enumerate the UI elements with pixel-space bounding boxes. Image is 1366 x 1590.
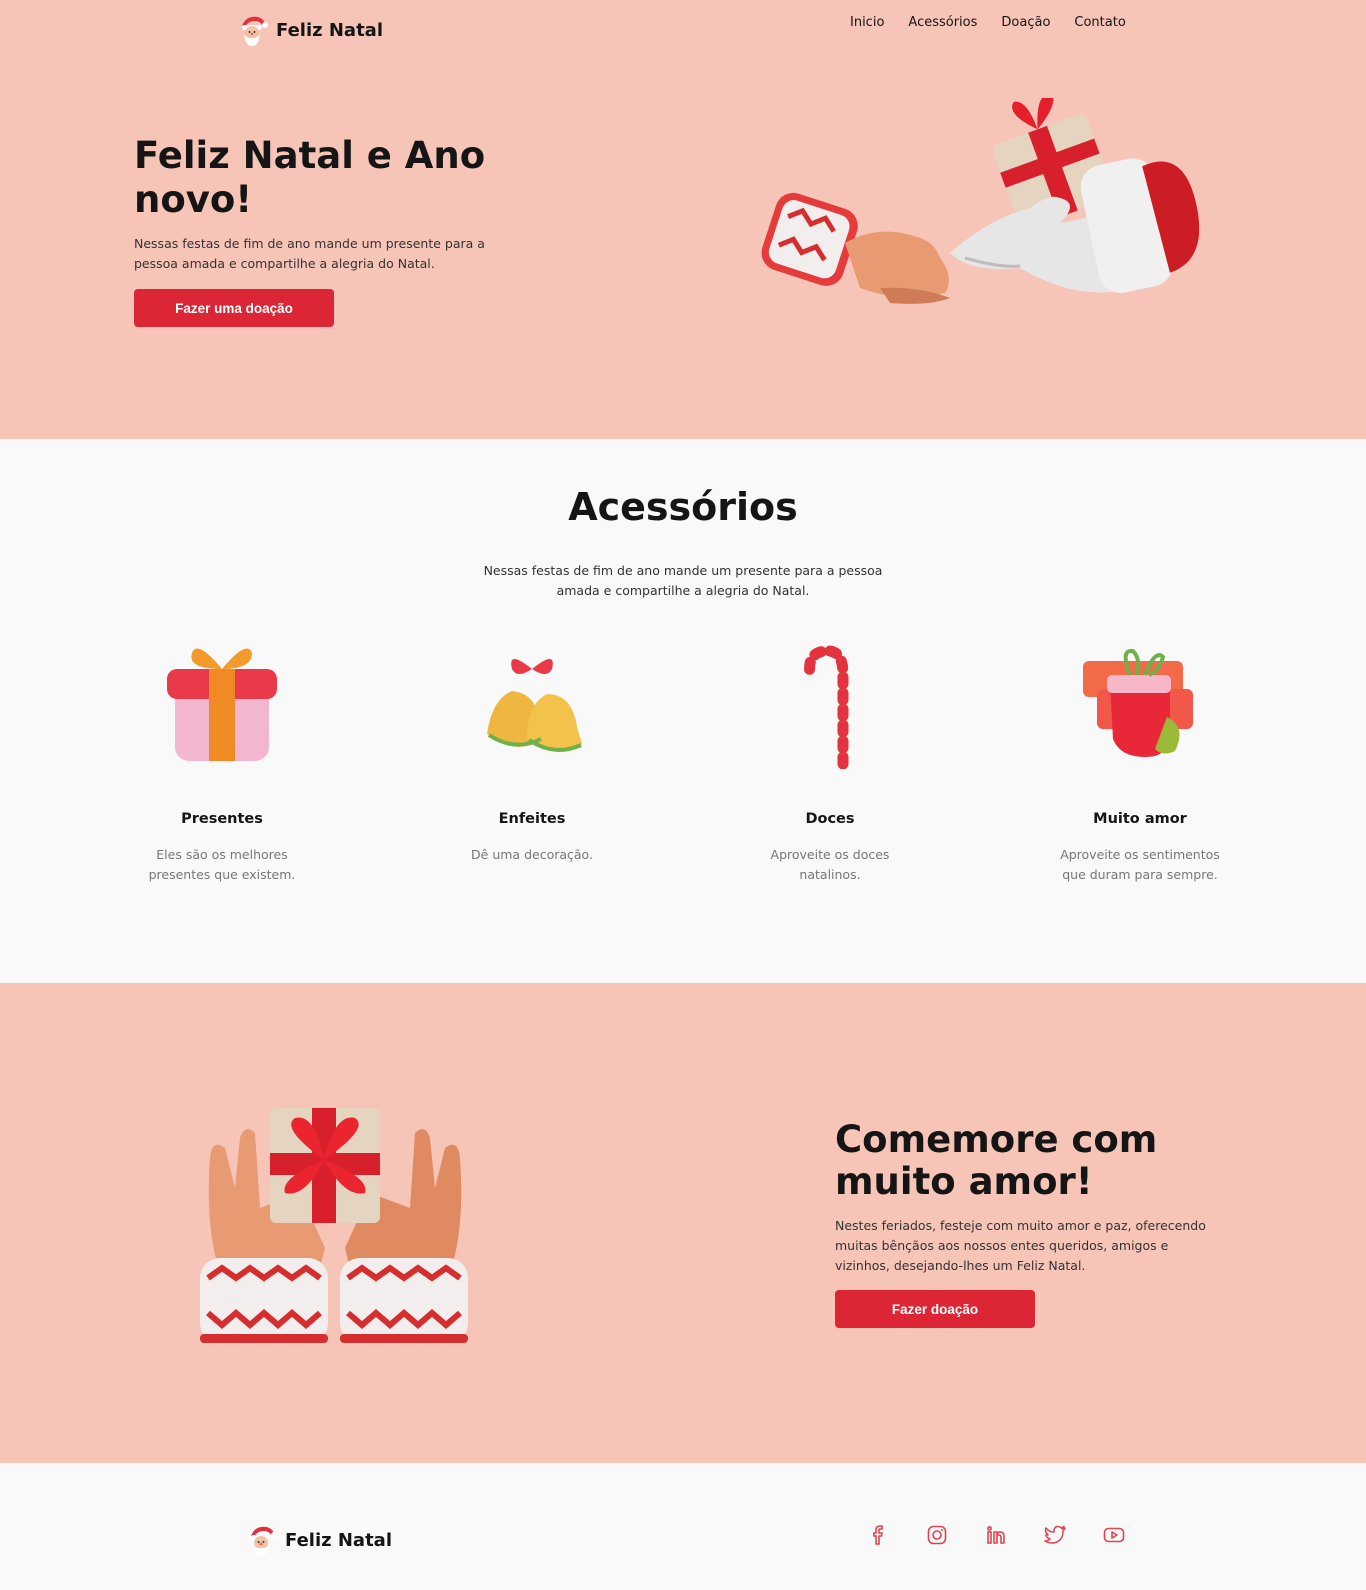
linkedin-icon[interactable] bbox=[984, 1523, 1008, 1547]
twitter-icon[interactable] bbox=[1043, 1523, 1067, 1547]
gift-box-icon bbox=[167, 648, 277, 761]
candy-cane-icon bbox=[804, 645, 849, 770]
donate-button[interactable]: Fazer uma doação bbox=[134, 289, 334, 327]
card-doces: Doces Aproveite os doces natalinos. bbox=[720, 639, 940, 885]
card-name: Presentes bbox=[181, 811, 263, 827]
accessories-section: Acessórios Nessas festas de fim de ano m… bbox=[0, 439, 1366, 983]
footer-logo[interactable]: Feliz Natal bbox=[245, 1523, 392, 1557]
footer: Feliz Natal bbox=[0, 1479, 1366, 1590]
nav-item-inicio[interactable]: Inicio bbox=[850, 15, 884, 30]
santa-icon bbox=[236, 13, 270, 47]
instagram-icon[interactable] bbox=[925, 1523, 949, 1547]
hands-holding-gift-illustration bbox=[200, 1108, 468, 1343]
card-muito-amor: Muito amor Aproveite os sentimentos que … bbox=[1030, 639, 1250, 885]
card-text: Eles são os melhores presentes que exist… bbox=[148, 847, 296, 882]
youtube-icon[interactable] bbox=[1102, 1523, 1126, 1547]
celebrate-title: Comemore com muito amor! bbox=[835, 1118, 1158, 1203]
accessories-description: Nessas festas de fim de ano mande um pre… bbox=[483, 563, 883, 598]
card-text: Aproveite os doces natalinos. bbox=[770, 847, 890, 882]
nav-item-acessorios[interactable]: Acessórios bbox=[908, 15, 977, 30]
card-text: Aproveite os sentimentos que duram para … bbox=[1060, 847, 1220, 882]
social-links bbox=[866, 1523, 1126, 1547]
accessories-title: Acessórios bbox=[568, 485, 798, 529]
gift-handover-illustration bbox=[761, 98, 1200, 304]
celebrate-section: Comemore com muito amor! Nestes feriados… bbox=[0, 983, 1366, 1463]
hero-title: Feliz Natal e Ano novo! bbox=[134, 134, 486, 221]
card-enfeites: Enfeites Dê uma decoração. bbox=[422, 639, 642, 865]
stocking-icon bbox=[1083, 648, 1193, 757]
hero-description: Nessas festas de fim de ano mande um pre… bbox=[134, 236, 485, 271]
santa-icon bbox=[245, 1523, 279, 1557]
nav-item-contato[interactable]: Contato bbox=[1074, 15, 1125, 30]
card-name: Doces bbox=[805, 811, 855, 827]
footer-brand-name: Feliz Natal bbox=[285, 1529, 392, 1551]
header-logo[interactable]: Feliz Natal bbox=[236, 13, 383, 47]
bells-icon bbox=[487, 659, 582, 752]
card-name: Muito amor bbox=[1093, 811, 1187, 827]
card-name: Enfeites bbox=[498, 811, 566, 827]
nav-item-doacao[interactable]: Doação bbox=[1001, 15, 1050, 30]
card-text: Dê uma decoração. bbox=[471, 847, 593, 862]
card-presentes: Presentes Eles são os melhores presentes… bbox=[112, 639, 332, 885]
main-nav: Inicio Acessórios Doação Contato bbox=[850, 15, 1126, 30]
brand-name: Feliz Natal bbox=[276, 19, 383, 41]
hero-section: Feliz Natal Inicio Acessórios Doação Con… bbox=[0, 0, 1366, 439]
donation-button[interactable]: Fazer doação bbox=[835, 1290, 1035, 1328]
facebook-icon[interactable] bbox=[866, 1523, 890, 1547]
celebrate-description: Nestes feriados, festeje com muito amor … bbox=[835, 1218, 1206, 1273]
